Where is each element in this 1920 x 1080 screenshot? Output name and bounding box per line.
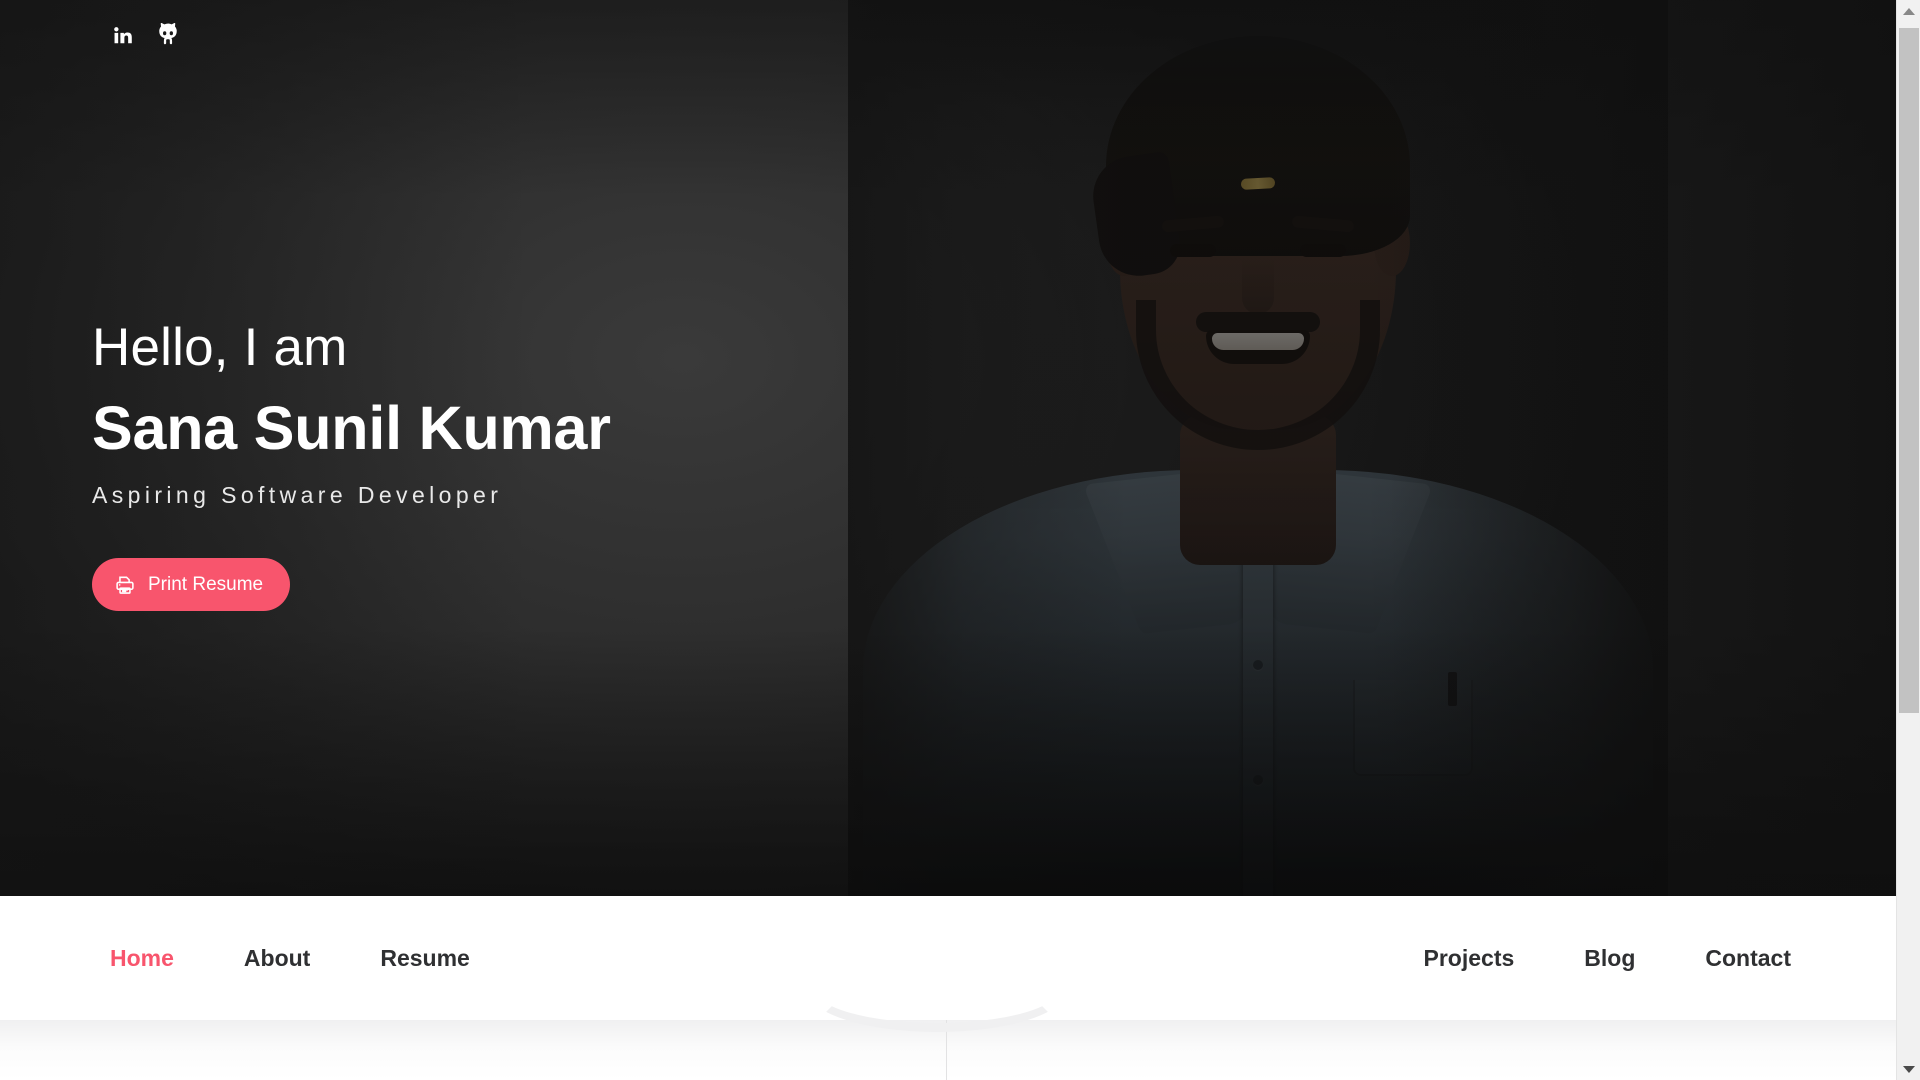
portrait-pocket-pen xyxy=(1448,672,1457,706)
hero-name: Sana Sunil Kumar xyxy=(92,393,611,462)
portrait-hair xyxy=(1106,36,1410,256)
portrait-moustache xyxy=(1196,312,1320,332)
portrait-forehead-mark xyxy=(1240,177,1276,190)
scrollbar-thumb[interactable] xyxy=(1899,28,1919,713)
hero-section: Hello, I am Sana Sunil Kumar Aspiring So… xyxy=(0,0,1896,896)
portrait-eye-left xyxy=(1170,244,1216,257)
portrait-mouth xyxy=(1206,330,1310,364)
github-icon[interactable] xyxy=(155,22,181,47)
social-links xyxy=(112,22,181,47)
nav-left-group: Home About Resume xyxy=(110,945,470,972)
nav-item-resume[interactable]: Resume xyxy=(380,945,469,972)
logo-arc-shape xyxy=(806,946,1068,1032)
scrollbar-up-arrow[interactable] xyxy=(1897,0,1920,22)
scrollbar-down-arrow[interactable] xyxy=(1897,1058,1920,1080)
hero-copy: Hello, I am Sana Sunil Kumar Aspiring So… xyxy=(92,318,611,612)
nav-item-about[interactable]: About xyxy=(244,945,310,972)
browser-scrollbar[interactable] xyxy=(1896,0,1920,1080)
portrait-nose xyxy=(1242,258,1274,314)
print-resume-label: Print Resume xyxy=(148,573,264,595)
portrait-shirt-button xyxy=(1253,660,1263,670)
linkedin-icon[interactable] xyxy=(112,24,133,45)
section-vertical-divider xyxy=(946,1020,947,1080)
nav-right-group: Projects Blog Contact xyxy=(1424,945,1792,972)
hero-tagline: Aspiring Software Developer xyxy=(92,482,503,509)
nav-center-logo xyxy=(806,946,1068,1032)
main-navigation: Home About Resume Projects Blog Contact xyxy=(0,896,1896,1032)
printer-icon xyxy=(114,574,136,596)
browser-viewport: Hello, I am Sana Sunil Kumar Aspiring So… xyxy=(0,0,1920,1080)
portrait-eye-right xyxy=(1300,244,1346,257)
nav-item-contact[interactable]: Contact xyxy=(1705,945,1791,972)
hero-greeting: Hello, I am xyxy=(92,318,348,377)
print-resume-button[interactable]: Print Resume xyxy=(92,558,291,612)
nav-item-projects[interactable]: Projects xyxy=(1424,945,1515,972)
portrait-teeth xyxy=(1212,333,1304,350)
hero-portrait-photo xyxy=(848,0,1668,896)
portrait-shirt-placket xyxy=(1243,560,1273,896)
portfolio-page: Hello, I am Sana Sunil Kumar Aspiring So… xyxy=(0,0,1896,1080)
nav-item-home[interactable]: Home xyxy=(110,945,174,972)
nav-item-blog[interactable]: Blog xyxy=(1584,945,1635,972)
portrait-shirt-button xyxy=(1253,775,1263,785)
below-nav-section xyxy=(0,1020,1896,1080)
